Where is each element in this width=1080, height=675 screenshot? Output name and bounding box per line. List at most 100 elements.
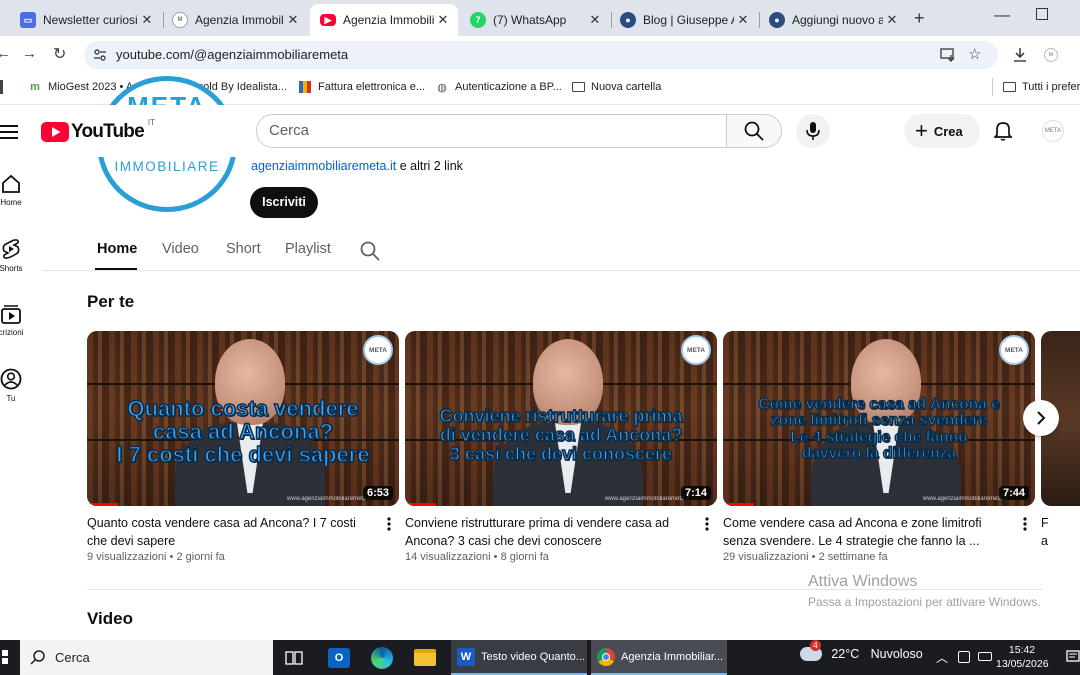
cloud-icon: 4 (800, 639, 822, 661)
start-icon[interactable] (0, 650, 8, 664)
battery-icon[interactable] (978, 652, 992, 661)
rail-label: Home (0, 198, 22, 207)
device-icon[interactable] (958, 651, 970, 663)
reload-icon[interactable]: ↻ (53, 44, 66, 64)
browser-tab-whatsapp[interactable]: 7 (7) WhatsApp ✕ (460, 4, 610, 36)
close-tab-icon[interactable]: ✕ (138, 12, 156, 28)
more-actions-icon[interactable] (387, 517, 397, 536)
rail-label: Tu (6, 394, 16, 403)
taskbar-app-chrome[interactable]: Agenzia Immobiliar... (591, 640, 727, 675)
new-tab-icon[interactable]: + (914, 8, 925, 29)
search-icon (744, 121, 764, 141)
browser-tab-blog[interactable]: ● Blog | Giuseppe Ar ✕ (610, 4, 758, 36)
search-button[interactable] (726, 114, 782, 148)
address-bar[interactable]: youtube.com/@agenziaimmobiliaremeta ☆ (84, 41, 998, 69)
channel-link[interactable]: agenziaimmobiliaremeta.it (251, 159, 396, 173)
profile-avatar-icon[interactable]: M (1044, 48, 1058, 62)
all-bookmarks[interactable]: Tutti i prefer (1002, 80, 1080, 94)
install-app-icon[interactable] (940, 48, 956, 62)
voice-search-button[interactable] (796, 114, 830, 148)
thumbnail-watermark: www.agenziaimmobiliaremeta.it (287, 496, 372, 502)
taskbar-clock[interactable]: 15:42 13/05/2026 (996, 643, 1049, 671)
youtube-masthead: YouTube IT + Crea META (0, 105, 1080, 157)
bookmark-star-icon[interactable]: ☆ (968, 45, 981, 63)
edge-icon[interactable] (371, 647, 393, 669)
rail-item-subscriptions[interactable]: crizioni (0, 304, 28, 337)
close-tab-icon[interactable]: ✕ (883, 12, 901, 28)
restore-icon[interactable] (1036, 8, 1048, 20)
create-button[interactable]: + Crea (904, 114, 980, 148)
video-thumbnail[interactable]: META Come vendere casa ad Ancona e zone … (723, 331, 1035, 506)
tab-video[interactable]: Video (162, 241, 199, 257)
video-meta: 29 visualizzazioni • 2 settimane fa (723, 551, 888, 563)
bookmark-fattura[interactable]: Fattura elettronica e... (298, 80, 425, 94)
miogest-icon: m (30, 81, 40, 93)
youtube-logo[interactable]: YouTube IT (41, 117, 155, 143)
activation-subtitle: Passa a Impostazioni per attivare Window… (808, 595, 1041, 609)
close-tab-icon[interactable]: ✕ (284, 12, 302, 28)
channel-search-icon[interactable] (360, 241, 380, 261)
browser-tab-newsletter[interactable]: ▭ Newsletter curiosit ✕ (10, 4, 162, 36)
more-actions-icon[interactable] (1023, 517, 1033, 536)
meta-favicon-icon: M (172, 12, 188, 28)
notifications-bell-icon[interactable] (994, 121, 1012, 141)
forward-icon[interactable]: → (22, 45, 37, 62)
taskbar-app-word[interactable]: W Testo video Quanto... (451, 640, 587, 675)
close-tab-icon[interactable]: ✕ (734, 12, 752, 28)
rail-label: Shorts (0, 264, 23, 273)
downloads-icon[interactable] (1013, 47, 1027, 63)
browser-tab-youtube[interactable]: ▶ Agenzia Immobilia ✕ (310, 4, 458, 36)
thumbnail-watermark: www.agenziaimmobiliaremeta.it (605, 496, 690, 502)
task-view-icon[interactable] (285, 650, 303, 666)
weather-widget[interactable]: 4 22°C Nuvoloso (800, 639, 923, 661)
word-icon: W (457, 647, 475, 666)
video-title[interactable]: Conviene ristrutturare prima di vendere … (405, 514, 695, 550)
show-hidden-icons-icon[interactable]: ︿ (936, 649, 948, 666)
thumbnail-overlay-text: Conviene ristrutturare prima di vendere … (439, 406, 683, 464)
video-thumbnail[interactable]: META Quanto costa vendere casa ad Ancona… (87, 331, 399, 506)
close-tab-icon[interactable]: ✕ (434, 12, 452, 28)
video-thumbnail[interactable]: META Conviene ristrutturare prima di ven… (405, 331, 717, 506)
bookmark-folder[interactable]: Nuova cartella (571, 80, 661, 94)
browser-tab-wordpress[interactable]: ● Aggiungi nuovo ar ✕ (759, 4, 907, 36)
taskbar-search-label: Cerca (55, 650, 90, 665)
outlook-icon[interactable]: O (328, 648, 350, 668)
video-card[interactable]: META Conviene ristrutturare prima di ven… (405, 331, 717, 563)
tab-short[interactable]: Short (226, 241, 261, 257)
site-settings-icon[interactable] (93, 48, 107, 62)
menu-icon[interactable] (0, 125, 18, 139)
video-title-partial[interactable]: Fa (1041, 514, 1049, 550)
apps-icon[interactable] (0, 80, 3, 94)
youtube-favicon-icon: ▶ (320, 14, 336, 26)
video-card[interactable]: META Come vendere casa ad Ancona e zone … (723, 331, 1035, 563)
video-title[interactable]: Come vendere casa ad Ancona e zone limit… (723, 514, 1013, 550)
bookmark-bp[interactable]: ◍ Autenticazione a BP... (435, 80, 562, 94)
video-title[interactable]: Quanto costa vendere casa ad Ancona? I 7… (87, 514, 377, 550)
channel-more-links[interactable]: e altri 2 link (400, 159, 463, 173)
carousel-next-button[interactable] (1023, 400, 1059, 436)
search-input[interactable] (269, 122, 709, 139)
activation-title: Attiva Windows (808, 573, 918, 590)
more-actions-icon[interactable] (705, 517, 715, 536)
account-avatar[interactable]: META (1042, 120, 1064, 142)
minimize-icon[interactable]: — (994, 7, 1010, 25)
rail-item-shorts[interactable]: Shorts (0, 238, 28, 273)
meta-badge-icon: META (681, 335, 711, 365)
tab-home[interactable]: Home (97, 241, 137, 257)
close-tab-icon[interactable]: ✕ (586, 12, 604, 28)
country-code: IT (147, 117, 155, 127)
subscribe-button[interactable]: Iscriviti (250, 187, 318, 218)
file-explorer-icon[interactable] (414, 649, 436, 666)
watch-progress-bar (87, 503, 119, 506)
bookmark-label: Fattura elettronica e... (318, 81, 425, 93)
back-icon[interactable]: ← (0, 45, 11, 62)
rail-item-home[interactable]: Home (0, 174, 28, 207)
taskbar-app-label: Agenzia Immobiliar... (621, 650, 724, 663)
tab-playlist[interactable]: Playlist (285, 241, 331, 257)
chrome-icon (597, 647, 615, 666)
browser-tab-meta[interactable]: M Agenzia Immobilia ✕ (162, 4, 308, 36)
taskbar-search[interactable]: Cerca (20, 640, 273, 675)
video-card[interactable]: META Quanto costa vendere casa ad Ancona… (87, 331, 399, 563)
rail-item-you[interactable]: Tu (0, 368, 28, 403)
notification-center-icon[interactable] (1066, 650, 1080, 664)
